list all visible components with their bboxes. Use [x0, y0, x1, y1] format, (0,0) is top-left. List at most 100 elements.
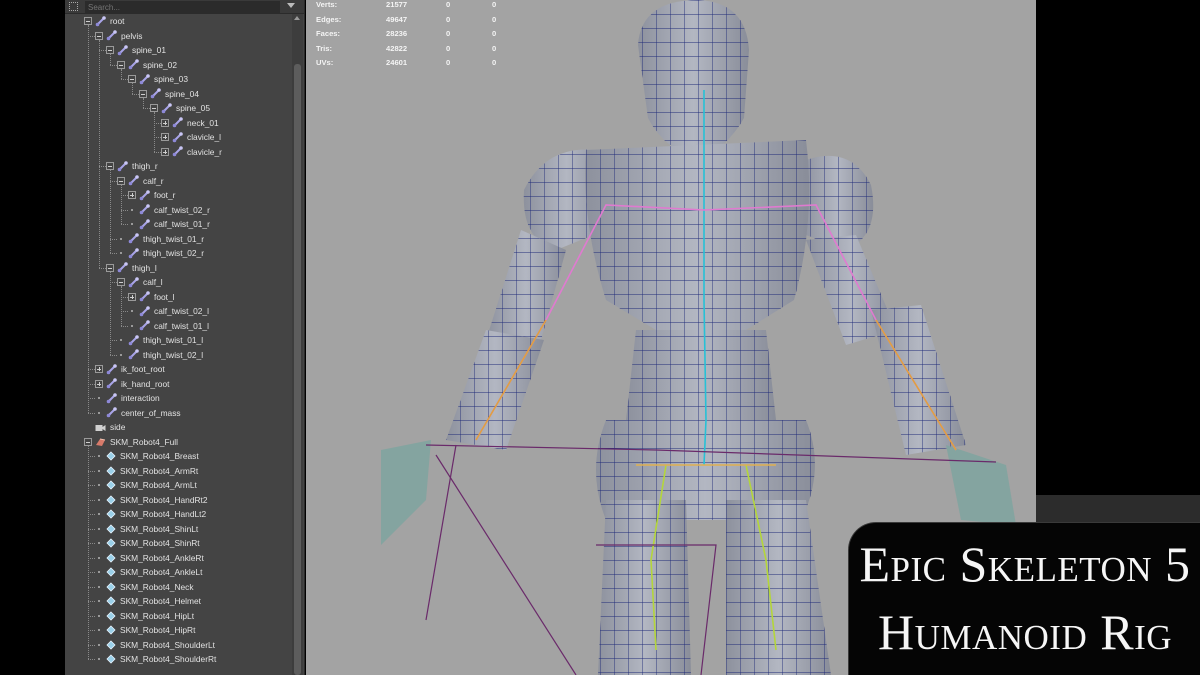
outliner-row[interactable]: thigh_twist_01_l [117, 333, 203, 347]
outliner-row[interactable]: SKM_Robot4_HandLt2 [95, 507, 206, 521]
outliner-row[interactable]: SKM_Robot4_AnkleRt [95, 551, 204, 565]
outliner-row-label: neck_01 [187, 117, 219, 128]
collapse-icon[interactable] [84, 437, 92, 446]
tree-connector [110, 64, 117, 66]
tree-connector [154, 151, 161, 153]
outliner-row[interactable]: calf_twist_02_r [128, 203, 210, 217]
tree-connector [110, 54, 111, 65]
expand-icon[interactable] [95, 365, 103, 373]
collapse-icon[interactable] [95, 31, 103, 40]
outliner-row-label: thigh_twist_02_l [143, 349, 204, 360]
outliner-row[interactable]: side [84, 420, 125, 434]
outliner-row[interactable]: SKM_Robot4_ArmLt [95, 478, 197, 492]
outliner-row[interactable]: calf_twist_02_l [128, 304, 209, 318]
collapse-icon[interactable] [117, 278, 125, 286]
outliner-row[interactable]: SKM_Robot4_HipLt [95, 609, 194, 623]
mesh-icon [106, 552, 120, 563]
outliner-row[interactable]: calf_r [117, 174, 163, 188]
outliner-row[interactable]: SKM_Robot4_Full [84, 435, 178, 449]
outliner-row[interactable]: SKM_Robot4_Breast [95, 449, 199, 463]
search-options-icon[interactable] [287, 3, 295, 8]
outliner-row[interactable]: thigh_r [106, 159, 158, 173]
outliner-row[interactable]: thigh_twist_02_l [117, 348, 203, 362]
outliner-row[interactable]: clavicle_r [161, 145, 222, 159]
outliner-row[interactable]: SKM_Robot4_ShoulderRt [95, 652, 216, 666]
hud-stat-value: 21577 [386, 0, 408, 9]
tree-connector [88, 630, 95, 631]
tree-connector [99, 166, 106, 167]
expand-icon[interactable] [161, 147, 169, 156]
leaf-marker-icon [95, 452, 103, 460]
outliner-row[interactable]: ik_foot_root [95, 362, 165, 376]
outliner-row[interactable]: spine_05 [150, 101, 210, 115]
outliner-row[interactable]: thigh_l [106, 261, 157, 275]
outliner-row[interactable]: clavicle_l [161, 130, 221, 144]
outliner-row[interactable]: calf_l [117, 275, 163, 289]
collapse-icon[interactable] [150, 104, 158, 112]
leaf-marker-icon [117, 235, 125, 243]
collapse-icon[interactable] [84, 17, 92, 25]
tree-connector [132, 93, 139, 95]
outliner-row[interactable]: SKM_Robot4_ShinRt [95, 536, 200, 550]
tree-connector [88, 35, 95, 37]
joint-icon [128, 59, 143, 70]
outliner-row[interactable]: spine_04 [139, 87, 199, 101]
expand-icon[interactable] [128, 292, 136, 301]
outliner-row[interactable]: calf_twist_01_l [128, 319, 209, 333]
tree-connector [121, 79, 128, 80]
outliner-row[interactable]: thigh_twist_02_r [117, 246, 204, 260]
outliner-row[interactable]: foot_r [128, 188, 175, 202]
outliner-row-label: SKM_Robot4_HandLt2 [120, 509, 207, 519]
collapse-icon[interactable] [117, 60, 125, 69]
leaf-marker-icon [95, 655, 103, 663]
outliner-row[interactable]: SKM_Robot4_ArmRt [95, 464, 198, 478]
tree-connector [88, 412, 95, 414]
collapse-icon[interactable] [106, 46, 114, 54]
outliner-row[interactable]: SKM_Robot4_ShinLt [95, 522, 198, 536]
search-input[interactable] [85, 1, 280, 13]
collapse-icon[interactable] [106, 263, 114, 272]
tree-connector [121, 311, 128, 312]
outliner-row[interactable]: calf_twist_01_r [128, 217, 210, 231]
scroll-up-icon[interactable] [294, 16, 300, 20]
outliner-row[interactable]: SKM_Robot4_Helmet [95, 594, 201, 608]
hud-stat-label: UVs: [316, 58, 334, 68]
tree-connector [88, 514, 95, 515]
outliner-row[interactable]: spine_03 [128, 72, 188, 86]
outliner-row[interactable]: thigh_twist_01_r [117, 232, 204, 246]
expand-icon[interactable] [161, 133, 169, 141]
outliner-row[interactable]: center_of_mass [95, 406, 181, 420]
outliner-row[interactable]: interaction [95, 391, 160, 405]
scrollbar-thumb[interactable] [294, 64, 301, 675]
tree-connector [110, 180, 117, 182]
expand-icon[interactable] [161, 118, 169, 127]
leaf-marker-icon [95, 525, 103, 533]
mesh-icon [106, 465, 120, 476]
outliner-row[interactable]: SKM_Robot4_Neck [95, 580, 194, 594]
outliner-row[interactable]: foot_l [128, 290, 175, 304]
outliner-row[interactable]: SKM_Robot4_ShoulderLt [95, 638, 215, 652]
joint-icon [161, 102, 176, 114]
outliner-row[interactable]: SKM_Robot4_HipRt [95, 623, 195, 637]
outliner-row[interactable]: ik_hand_root [95, 377, 169, 391]
expand-icon[interactable] [128, 191, 136, 199]
collapse-icon[interactable] [106, 162, 114, 170]
hud-stat-value: 0 [446, 58, 451, 68]
outliner-row[interactable]: pelvis [95, 29, 142, 43]
outliner-row[interactable]: SKM_Robot4_AnkleLt [95, 565, 202, 579]
outliner-row-label: ik_foot_root [121, 364, 165, 374]
tree-connector [110, 253, 117, 254]
collapse-icon[interactable] [128, 75, 136, 83]
outliner-row-label: pelvis [121, 30, 143, 41]
expand-icon[interactable] [95, 379, 103, 388]
outliner-row[interactable]: root [84, 14, 124, 28]
outliner-scrollbar[interactable] [292, 14, 303, 675]
outliner-row[interactable]: spine_01 [106, 43, 166, 57]
outliner-row[interactable]: SKM_Robot4_HandRt2 [95, 493, 208, 507]
outliner-row-label: calf_twist_01_r [154, 219, 210, 229]
collapse-icon[interactable] [117, 176, 125, 185]
collapse-icon[interactable] [139, 89, 147, 98]
outliner-row[interactable]: neck_01 [161, 116, 219, 130]
tree-connector [88, 369, 95, 370]
outliner-row[interactable]: spine_02 [117, 58, 177, 72]
